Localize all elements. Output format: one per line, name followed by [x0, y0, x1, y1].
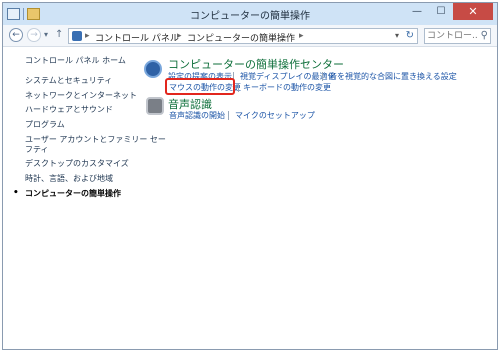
search-box[interactable]: ⚲	[424, 28, 491, 44]
link-start-speech-recognition[interactable]: 音声認識の開始	[169, 110, 225, 121]
sidebar-item-desktop-customization[interactable]: デスクトップのカスタマイズ	[25, 158, 129, 169]
sidebar-item-network-internet[interactable]: ネットワークとインターネット	[25, 90, 137, 101]
search-icon[interactable]: ⚲	[481, 30, 488, 41]
breadcrumb-separator[interactable]: ▸	[85, 31, 90, 41]
title-bar: コンピューターの簡単操作 — ☐ ✕	[3, 3, 497, 25]
sidebar-item-programs[interactable]: プログラム	[25, 119, 65, 130]
sidebar-item-clock-language-region[interactable]: 時計、言語、および地域	[25, 173, 113, 184]
breadcrumb-separator[interactable]: ▸	[177, 31, 182, 41]
sidebar-item-hardware-sound[interactable]: ハードウェアとサウンド	[25, 104, 113, 115]
navigation-bar: ← → ▾ ↑ ▸ コントロール パネル ▸ コンピューターの簡単操作 ▸ ▾ …	[3, 25, 497, 47]
breadcrumb-ease-of-access[interactable]: コンピューターの簡単操作	[187, 31, 295, 44]
breadcrumb-separator[interactable]: ▸	[299, 31, 304, 41]
address-dropdown-icon[interactable]: ▾	[395, 31, 399, 40]
link-divider	[238, 83, 239, 92]
back-button[interactable]: ←	[9, 28, 23, 42]
breadcrumb-control-panel[interactable]: コントロール パネル	[95, 31, 179, 44]
microphone-icon[interactable]	[146, 97, 164, 115]
current-item-bullet: •	[13, 188, 19, 198]
forward-button[interactable]: →	[27, 28, 41, 42]
sidebar-item-control-panel-home[interactable]: コントロール パネル ホーム	[25, 55, 126, 66]
sidebar-item-label: コンピューターの簡単操作	[25, 189, 121, 198]
link-visual-cues[interactable]: 音を視覚的な合図に置き換える設定	[329, 71, 457, 82]
control-panel-icon	[72, 31, 82, 41]
sidebar-item-system-security[interactable]: システムとセキュリティ	[25, 75, 112, 86]
link-divider	[228, 111, 229, 120]
close-button[interactable]: ✕	[453, 3, 493, 20]
link-divider	[322, 72, 323, 81]
link-microphone-setup[interactable]: マイクのセットアップ	[235, 110, 315, 121]
up-button[interactable]: ↑	[55, 29, 63, 40]
refresh-icon[interactable]: ↻	[406, 30, 414, 41]
search-input[interactable]	[427, 30, 477, 42]
highlight-mouse-settings	[165, 78, 235, 95]
minimize-button[interactable]: —	[405, 3, 429, 20]
recent-locations-dropdown[interactable]: ▾	[44, 30, 48, 39]
ease-of-access-icon[interactable]	[144, 60, 162, 78]
control-panel-window: コンピューターの簡単操作 — ☐ ✕ ← → ▾ ↑ ▸ コントロール パネル …	[2, 2, 498, 350]
maximize-button[interactable]: ☐	[429, 3, 453, 20]
sidebar-item-ease-of-access: • コンピューターの簡単操作	[13, 188, 121, 199]
sidebar-item-user-accounts-cont[interactable]: フティ	[25, 144, 49, 155]
link-keyboard-settings[interactable]: キーボードの動作の変更	[243, 82, 331, 93]
address-bar[interactable]: ▸ コントロール パネル ▸ コンピューターの簡単操作 ▸ ▾ ↻	[68, 28, 418, 44]
category-title-ease-of-access[interactable]: コンピューターの簡単操作センター	[168, 56, 344, 72]
window-controls: — ☐ ✕	[405, 3, 493, 21]
